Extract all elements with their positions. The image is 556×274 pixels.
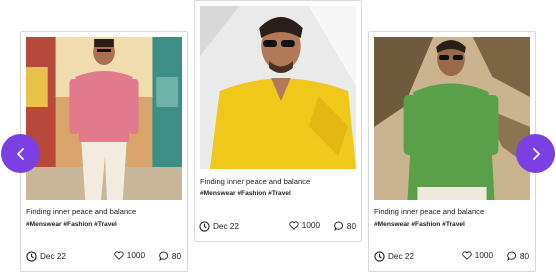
clock-icon: [26, 251, 37, 262]
post-date: Dec 22: [374, 251, 414, 262]
post-caption: Finding inner peace and balance: [374, 207, 485, 216]
post-meta: Dec 22 1000 80: [199, 221, 356, 233]
comment-count: 80: [519, 251, 529, 261]
comment-count: 80: [171, 251, 181, 261]
post-caption: Finding inner peace and balance: [26, 207, 137, 216]
post-date: Dec 22: [199, 221, 239, 232]
comment-icon: [334, 221, 343, 231]
like-button[interactable]: 1000: [114, 251, 145, 260]
chevron-right-icon: [532, 147, 540, 160]
post-card-3[interactable]: Finding inner peace and balance #Menswea…: [368, 31, 536, 272]
like-count: 1000: [301, 221, 320, 230]
carousel-prev-button[interactable]: [1, 134, 40, 173]
post-meta: Dec 22 1000 80: [26, 251, 181, 263]
post-photo[interactable]: [374, 37, 530, 200]
chevron-left-icon: [16, 147, 24, 160]
post-date-text: Dec 22: [40, 252, 66, 261]
like-count: 1000: [474, 251, 493, 260]
carousel-next-button[interactable]: [516, 134, 555, 173]
post-card-2-meta-layer: Dec 22 1000 80: [194, 0, 362, 242]
clock-icon: [199, 221, 210, 232]
post-meta: Dec 22 1000 80: [374, 251, 529, 263]
post-date-text: Dec 22: [388, 252, 414, 261]
comment-count: 80: [346, 221, 356, 231]
heart-icon: [289, 221, 299, 230]
comment-button[interactable]: 80: [159, 251, 181, 261]
post-photo[interactable]: [26, 37, 182, 200]
comment-button[interactable]: 80: [507, 251, 529, 261]
post-date: Dec 22: [26, 251, 66, 262]
fashion-photo-street: [26, 37, 182, 200]
heart-icon: [114, 251, 124, 260]
post-card-1[interactable]: Finding inner peace and balance #Menswea…: [20, 31, 188, 272]
heart-icon: [462, 251, 472, 260]
like-button[interactable]: 1000: [289, 221, 320, 230]
comment-icon: [159, 251, 168, 261]
clock-icon: [374, 251, 385, 262]
post-date-text: Dec 22: [213, 222, 239, 231]
like-count: 1000: [126, 251, 145, 260]
comment-button[interactable]: 80: [334, 221, 356, 231]
post-tags[interactable]: #Menswear #Fashion #Travel: [26, 221, 182, 228]
post-tags[interactable]: #Menswear #Fashion #Travel: [374, 221, 530, 228]
like-button[interactable]: 1000: [462, 251, 493, 260]
comment-icon: [507, 251, 516, 261]
fashion-photo-palms: [374, 37, 530, 200]
